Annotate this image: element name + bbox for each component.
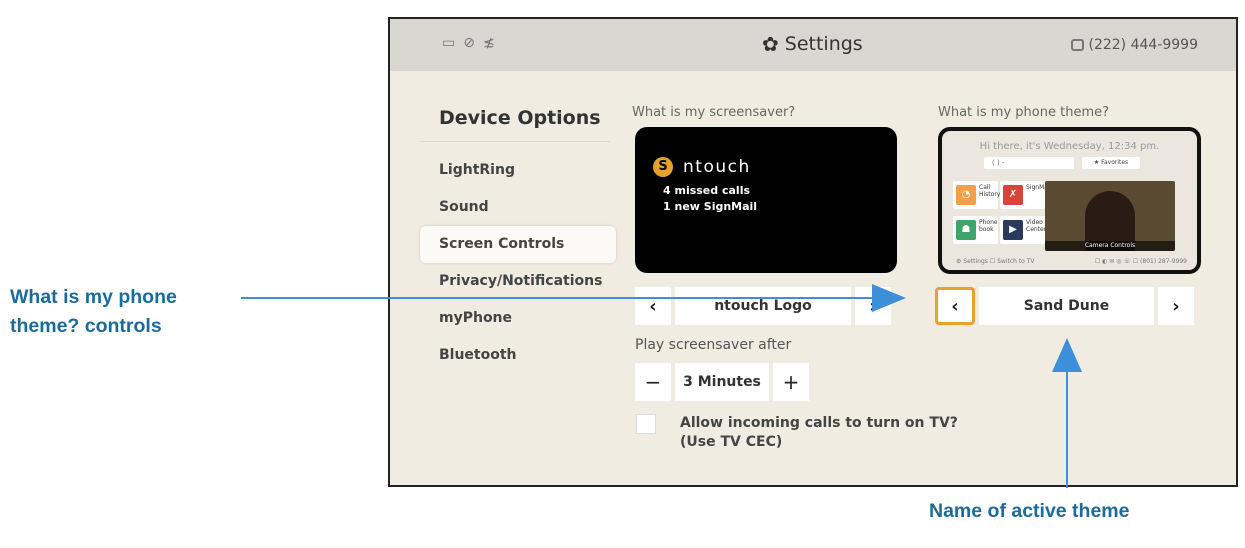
- screensaver-value: ntouch Logo: [675, 287, 851, 325]
- chevron-left-icon: ‹: [649, 295, 657, 317]
- top-bar: ▭ ⊘ ≴ ✿ Settings (222) 444-9999: [390, 19, 1236, 71]
- sidebar-item-myphone[interactable]: myPhone: [420, 300, 610, 337]
- screensaver-selector: ‹ ntouch Logo ›: [635, 287, 891, 325]
- status-icons: ▭ ⊘ ≴: [442, 35, 495, 51]
- theme-value: Sand Dune: [979, 287, 1154, 325]
- ntouch-logo-text: ntouch: [683, 157, 751, 177]
- theme-selector: ‹ Sand Dune ›: [935, 287, 1194, 325]
- ntouch-logo-icon: S: [653, 157, 673, 177]
- sidebar-item-screen-controls[interactable]: Screen Controls: [420, 226, 616, 263]
- phone-number-text: (222) 444-9999: [1088, 37, 1199, 53]
- minus-icon: −: [644, 370, 662, 394]
- play-screensaver-label: Play screensaver after: [635, 337, 792, 353]
- screensaver-next-button[interactable]: ›: [855, 287, 891, 325]
- theme-preview-tile: ✗ SignMail: [1000, 181, 1051, 209]
- missed-calls-text: 4 missed calls: [663, 184, 751, 197]
- cec-checkbox[interactable]: [636, 414, 656, 434]
- theme-preview-favorites: ★ Favorites: [1082, 157, 1140, 169]
- theme-prev-button[interactable]: ‹: [935, 287, 975, 325]
- screensaver-delay-stepper: − 3 Minutes +: [635, 363, 809, 401]
- ntouch-logo: S ntouch: [653, 157, 751, 177]
- theme-preview-dial-field: ( ) -: [984, 157, 1074, 169]
- tv-screen: ▭ ⊘ ≴ ✿ Settings (222) 444-9999 Device O…: [388, 17, 1238, 487]
- sidebar-item-lightring[interactable]: LightRing: [420, 152, 610, 189]
- theme-preview: Hi there, it's Wednesday, 12:34 pm. ( ) …: [938, 127, 1201, 274]
- theme-preview-tile: ◔ Call History: [953, 181, 1000, 209]
- chevron-right-icon: ›: [1172, 295, 1180, 317]
- phone-number: (222) 444-9999: [1070, 37, 1199, 53]
- screensaver-prev-button[interactable]: ‹: [635, 287, 671, 325]
- cec-label: Allow incoming calls to turn on TV? (Use…: [680, 415, 958, 450]
- left-callout: What is my phone theme? controls: [10, 283, 250, 341]
- screen-icon: ▭: [442, 35, 456, 51]
- theme-preview-video: Camera Controls: [1045, 181, 1175, 251]
- new-signmail-text: 1 new SignMail: [663, 200, 758, 213]
- left-callout-line2: theme? controls: [10, 315, 162, 337]
- page-title-text: Settings: [784, 33, 863, 55]
- page-title: ✿ Settings: [762, 32, 863, 56]
- chevron-left-icon: ‹: [951, 295, 959, 317]
- theme-label: What is my phone theme?: [938, 105, 1110, 120]
- mic-off-icon: ≴: [482, 35, 495, 51]
- clock-icon: ◔: [956, 185, 976, 205]
- phonebook-icon: ☗: [956, 220, 976, 240]
- plus-icon: +: [782, 370, 800, 394]
- decrease-button[interactable]: −: [635, 363, 671, 401]
- theme-next-button[interactable]: ›: [1158, 287, 1194, 325]
- screensaver-delay-value: 3 Minutes: [675, 363, 769, 401]
- sidebar-title: Device Options: [420, 95, 610, 142]
- theme-preview-footer-right: ☐ ◐ ✉ ◎ ☏ ☐ (801) 287-9999: [1094, 258, 1187, 265]
- video-off-icon: ⊘: [463, 35, 475, 51]
- gear-icon: ✿: [762, 32, 779, 56]
- phone-icon: [1070, 39, 1084, 51]
- screensaver-notifications: 4 missed calls 1 new SignMail: [663, 183, 757, 215]
- sidebar-item-privacy[interactable]: Privacy/Notifications: [420, 263, 610, 300]
- signmail-icon: ✗: [1003, 185, 1023, 205]
- theme-preview-footer-left: ⚙ Settings ☐ Switch to TV: [956, 258, 1035, 265]
- camera-controls-label: Camera Controls: [1045, 241, 1175, 251]
- theme-preview-greeting: Hi there, it's Wednesday, 12:34 pm.: [979, 141, 1160, 152]
- sidebar-item-bluetooth[interactable]: Bluetooth: [420, 337, 610, 374]
- bottom-callout: Name of active theme: [929, 500, 1130, 522]
- sidebar: Device Options LightRing Sound Screen Co…: [420, 95, 616, 374]
- screensaver-label: What is my screensaver?: [632, 105, 796, 120]
- increase-button[interactable]: +: [773, 363, 809, 401]
- screensaver-preview: S ntouch 4 missed calls 1 new SignMail: [635, 127, 897, 273]
- left-callout-line1: What is my phone: [10, 286, 177, 308]
- theme-preview-tile: ☗ Phone book: [953, 216, 998, 244]
- chevron-right-icon: ›: [869, 295, 877, 317]
- sidebar-item-sound[interactable]: Sound: [420, 189, 610, 226]
- theme-preview-tile: ▶ Video Center: [1000, 216, 1046, 244]
- video-center-icon: ▶: [1003, 220, 1023, 240]
